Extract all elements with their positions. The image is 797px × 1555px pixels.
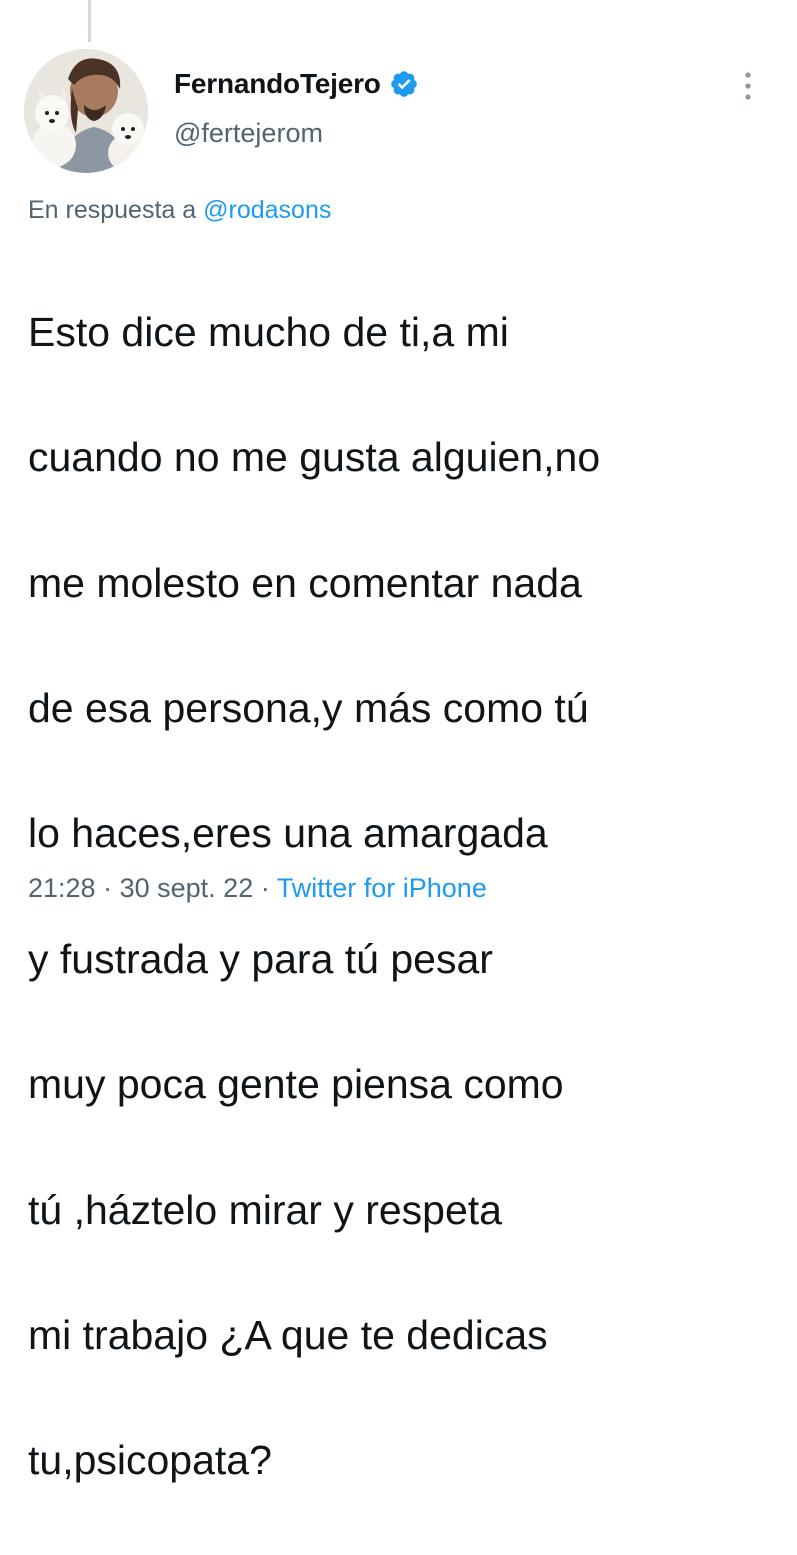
author-name-row[interactable]: FernandoTejero: [174, 68, 419, 100]
tweet-date[interactable]: 30 sept. 22: [120, 873, 254, 903]
tweet-time[interactable]: 21:28: [28, 873, 96, 903]
avatar-photo: [24, 49, 148, 173]
tweet-text-line: muy poca gente piensa como: [28, 1061, 564, 1108]
tweet-text-line: de esa persona,y más como tú: [28, 684, 589, 731]
tweet-text-line: cuando no me gusta alguien,no: [28, 434, 601, 481]
tweet-text-line: mi trabajo ¿A que te dedicas: [28, 1311, 548, 1358]
tweet-text-line: lo haces,eres una amargada: [28, 810, 548, 857]
avatar[interactable]: [24, 49, 148, 173]
tweet-text-line: tu,psicopata?: [28, 1437, 272, 1484]
thread-connector-line: [88, 0, 91, 42]
author-handle[interactable]: @fertejerom: [174, 118, 323, 149]
tweet-text-line: Esto dice mucho de ti,a mi: [28, 308, 509, 355]
more-vertical-icon[interactable]: [736, 66, 760, 106]
reply-prefix: En respuesta a: [28, 196, 197, 224]
tweet-text-line: y fustrada y para tú pesar: [28, 935, 493, 982]
tweet-text-line: tú ,háztelo mirar y respeta: [28, 1186, 502, 1233]
reply-context: En respuesta a @rodasons: [28, 196, 331, 225]
tweet-source-link[interactable]: Twitter for iPhone: [277, 873, 487, 903]
tweet-text-line: me molesto en comentar nada: [28, 559, 582, 606]
verified-badge-icon: [389, 69, 419, 99]
meta-separator: ·: [260, 873, 270, 903]
author-display-name[interactable]: FernandoTejero: [174, 68, 381, 100]
reply-mention-link[interactable]: @rodasons: [203, 196, 331, 224]
tweet-metadata: 21:28 · 30 sept. 22 · Twitter for iPhone: [28, 873, 487, 904]
meta-separator: ·: [103, 873, 113, 903]
